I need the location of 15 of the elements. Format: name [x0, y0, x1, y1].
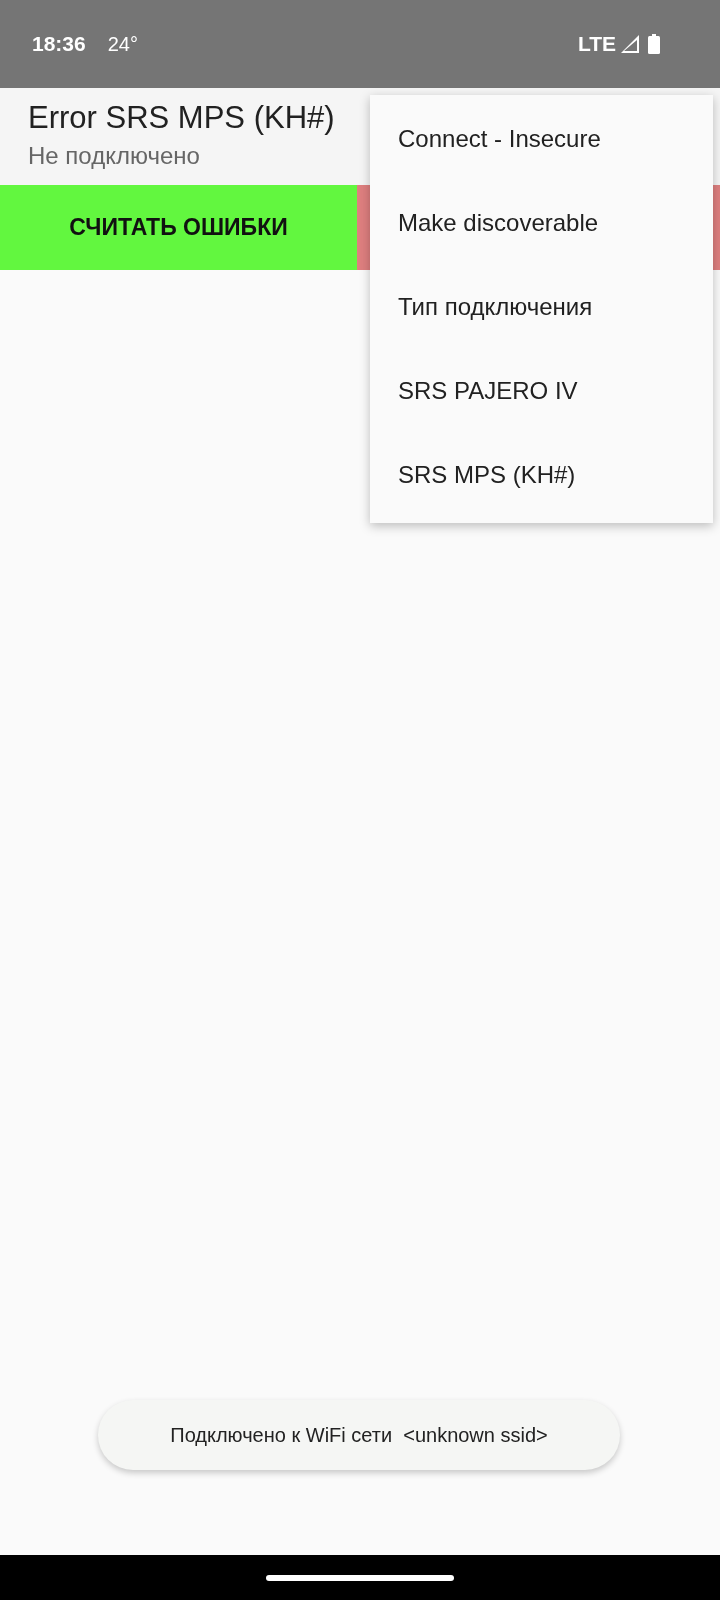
menu-item[interactable]: SRS PAJERO IV — [370, 349, 713, 433]
battery-icon — [648, 34, 660, 54]
toast-message: Подключено к WiFi сети <unknown ssid> — [170, 1423, 548, 1447]
connection-status: Не подключено — [28, 141, 200, 171]
action-button[interactable]: СЧИТАТЬ ОШИБКИ — [0, 185, 357, 270]
menu-item[interactable]: Connect - Insecure — [370, 97, 713, 181]
menu-item[interactable]: Тип подключения — [370, 265, 713, 349]
menu-item[interactable]: SRS MPS (KH#) — [370, 433, 713, 517]
home-handle[interactable] — [266, 1574, 454, 1581]
app-title: Error SRS MPS (KH#) — [28, 100, 335, 136]
network-type: LTE — [577, 32, 616, 56]
clock: 18:36 — [32, 32, 86, 56]
temperature: 24° — [107, 32, 138, 56]
menu-item[interactable]: Make discoverable — [370, 181, 713, 265]
signal-icon — [620, 34, 640, 54]
